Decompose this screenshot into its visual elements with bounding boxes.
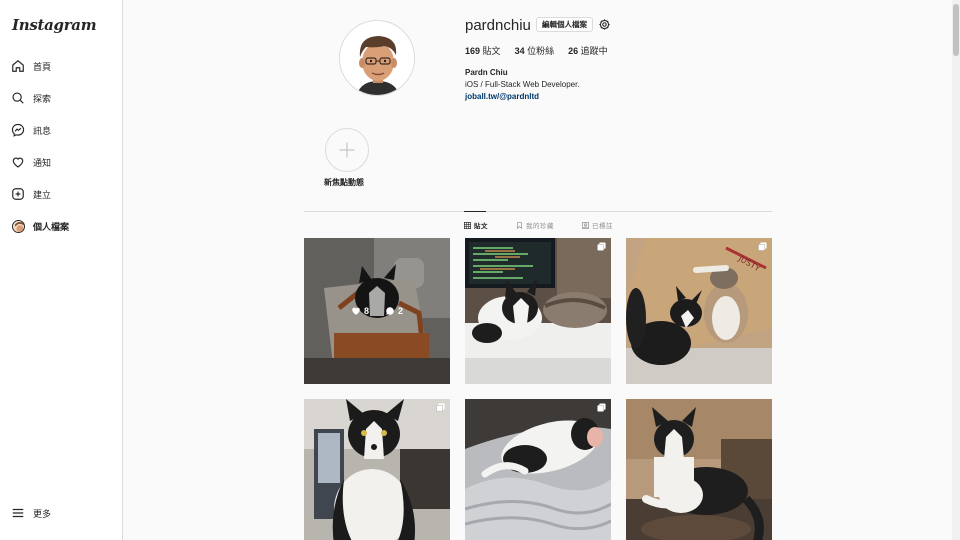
post-image <box>465 399 611 540</box>
profile-full-name: Pardn Chiu <box>465 68 508 77</box>
stat-count: 26 <box>568 46 579 56</box>
page-scrollbar[interactable] <box>952 0 960 540</box>
heart-filled-icon <box>352 307 360 315</box>
search-icon <box>11 91 25 105</box>
multiple-photos-icon <box>436 403 445 412</box>
sidebar-item-explore[interactable]: 探索 <box>11 88 51 108</box>
tabs-divider <box>304 211 772 212</box>
sidebar-item-label: 探索 <box>33 93 52 104</box>
multiple-photos-icon <box>597 242 606 251</box>
tab-saved[interactable]: 我的珍藏 <box>516 220 554 230</box>
sidebar-item-label: 個人檔案 <box>33 221 70 232</box>
tagged-icon <box>582 221 589 229</box>
plus-icon <box>339 142 355 158</box>
stat-label: 貼文 <box>482 46 501 56</box>
stat-label: 位粉絲 <box>527 46 555 56</box>
post-comments: 2 <box>385 306 403 316</box>
post-thumbnail[interactable] <box>465 238 611 384</box>
sidebar-item-create[interactable]: 建立 <box>11 184 51 204</box>
multiple-photos-icon <box>758 242 767 251</box>
post-comments-count: 2 <box>398 306 404 316</box>
profile-link[interactable]: joball.tw/@pardnltd <box>465 92 539 101</box>
sidebar-item-profile[interactable]: 個人檔案 <box>11 216 69 236</box>
post-image <box>626 399 772 540</box>
tab-tagged[interactable]: 已標註 <box>582 220 613 230</box>
home-icon <box>11 59 25 73</box>
heart-icon <box>11 155 25 169</box>
post-thumbnail[interactable] <box>626 399 772 540</box>
tab-label: 我的珍藏 <box>526 223 554 230</box>
post-thumbnail[interactable]: JUSTY <box>626 238 772 384</box>
sidebar-item-more[interactable]: 更多 <box>11 503 51 523</box>
sidebar-item-label: 建立 <box>33 189 52 200</box>
sidebar-item-messages[interactable]: 訊息 <box>11 120 51 140</box>
post-likes-count: 8 <box>363 306 369 316</box>
scrollbar-thumb[interactable] <box>953 4 959 56</box>
sidebar-item-label: 通知 <box>33 157 52 168</box>
tab-label: 已標註 <box>592 223 613 230</box>
profile-bio: iOS / Full-Stack Web Developer. <box>465 80 580 89</box>
stat-following[interactable]: 26 追蹤中 <box>568 44 608 57</box>
sidebar-item-label: 首頁 <box>33 61 52 72</box>
sidebar-item-notifications[interactable]: 通知 <box>11 152 51 172</box>
edit-profile-button[interactable]: 編輯個人檔案 <box>536 17 593 32</box>
post-likes: 8 <box>351 306 369 316</box>
menu-icon <box>11 506 25 520</box>
tab-label: 貼文 <box>474 223 488 230</box>
messenger-icon <box>11 123 25 137</box>
bookmark-icon <box>517 221 522 229</box>
stat-posts: 169 貼文 <box>465 44 501 57</box>
new-highlight-label: 新焦點動態 <box>324 178 364 187</box>
post-thumbnail[interactable] <box>304 399 450 540</box>
post-image: JUSTY <box>626 238 772 384</box>
tab-posts[interactable]: 貼文 <box>464 220 488 230</box>
stat-followers[interactable]: 34 位粉絲 <box>515 44 555 57</box>
profile-avatar[interactable] <box>339 20 415 96</box>
instagram-logo[interactable]: Instagram <box>12 16 97 34</box>
profile-username: pardnchiu <box>465 17 531 34</box>
sidebar-item-label: 更多 <box>33 508 52 519</box>
multiple-photos-icon <box>597 403 606 412</box>
post-hover-overlay: 8 2 <box>304 238 450 384</box>
avatar <box>11 219 25 233</box>
profile-stats: 169 貼文 34 位粉絲 26 追蹤中 <box>465 44 622 57</box>
sidebar-item-home[interactable]: 首頁 <box>11 56 51 76</box>
comment-filled-icon <box>386 307 394 315</box>
post-image <box>304 399 450 540</box>
new-highlight-button[interactable]: 新焦點動態 <box>324 128 370 188</box>
settings-gear-icon[interactable] <box>598 18 611 31</box>
stat-count: 34 <box>514 46 525 56</box>
stat-count: 169 <box>465 46 481 56</box>
sidebar-item-label: 訊息 <box>33 125 52 136</box>
sidebar: Instagram 首頁 探索 訊息 通知 建立 個人檔案 更多 <box>0 0 123 540</box>
new-highlight-circle <box>325 128 369 172</box>
grid-icon <box>464 221 471 229</box>
post-thumbnail[interactable]: 8 2 <box>304 238 450 384</box>
profile-main: pardnchiu 編輯個人檔案 169 貼文 34 位粉絲 26 追蹤中 Pa… <box>124 0 960 540</box>
tab-active-indicator <box>464 211 486 212</box>
stat-label: 追蹤中 <box>580 46 608 56</box>
post-thumbnail[interactable] <box>465 399 611 540</box>
create-icon <box>11 187 25 201</box>
post-image <box>465 238 611 384</box>
